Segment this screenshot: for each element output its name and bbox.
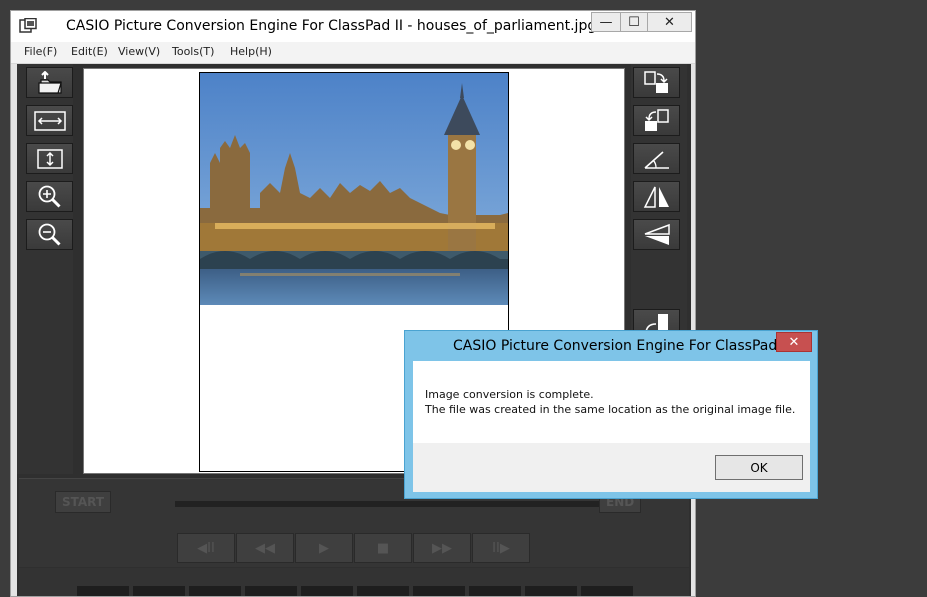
- frame-strip: [19, 568, 689, 596]
- rewind-icon: ◀◀: [255, 540, 275, 556]
- frame-cell[interactable]: [581, 586, 633, 596]
- menu-file[interactable]: File(F): [24, 45, 57, 58]
- frame-cell[interactable]: [301, 586, 353, 596]
- frame-cell[interactable]: [357, 586, 409, 596]
- menu-edit[interactable]: Edit(E): [71, 45, 108, 58]
- frame-cell[interactable]: [133, 586, 185, 596]
- prev-frame-button[interactable]: ◀II: [177, 533, 235, 563]
- dialog-message-line: Image conversion is complete.: [425, 388, 594, 401]
- fast-forward-button[interactable]: ▶▶: [413, 533, 471, 563]
- preview-image: [200, 73, 508, 305]
- playback-track[interactable]: [175, 501, 599, 507]
- app-icon: [19, 18, 37, 33]
- zoom-in-icon: [38, 185, 61, 208]
- dialog-message-line: The file was created in the same locatio…: [425, 403, 796, 416]
- dialog-message-area: Image conversion is complete. The file w…: [413, 361, 810, 443]
- dialog-close-button[interactable]: ✕: [776, 332, 812, 352]
- rotate-clockwise-icon: [643, 70, 668, 93]
- zoom-out-button[interactable]: [26, 219, 73, 250]
- frame-cell[interactable]: [525, 586, 577, 596]
- flip-vertical-icon: [644, 223, 670, 245]
- next-frame-button[interactable]: II▶: [472, 533, 530, 563]
- maximize-button[interactable]: ☐: [620, 12, 648, 32]
- zoom-in-button[interactable]: [26, 181, 73, 212]
- rewind-button[interactable]: ◀◀: [236, 533, 294, 563]
- flip-horizontal-icon: [643, 186, 669, 208]
- window-title: CASIO Picture Conversion Engine For Clas…: [66, 18, 597, 34]
- frame-cell[interactable]: [189, 586, 241, 596]
- zoom-out-icon: [38, 223, 61, 246]
- stop-button[interactable]: ■: [354, 533, 412, 563]
- next-frame-icon: II▶: [492, 540, 510, 556]
- play-button[interactable]: ▶: [295, 533, 353, 563]
- close-icon: ✕: [788, 334, 800, 350]
- free-rotate-button[interactable]: [633, 143, 680, 174]
- dialog-title: CASIO Picture Conversion Engine For Clas…: [453, 338, 790, 354]
- prev-frame-icon: ◀II: [197, 540, 215, 556]
- left-toolbar: [17, 64, 73, 474]
- frame-cell[interactable]: [413, 586, 465, 596]
- frame-cell[interactable]: [469, 586, 521, 596]
- open-button[interactable]: [26, 67, 73, 98]
- flip-horizontal-button[interactable]: [633, 181, 680, 212]
- start-marker[interactable]: START: [55, 491, 112, 513]
- stop-icon: ■: [376, 540, 390, 556]
- frame-cell[interactable]: [245, 586, 297, 596]
- close-button[interactable]: ✕: [647, 12, 692, 32]
- fit-width-icon: [33, 110, 66, 131]
- free-rotate-icon: [643, 150, 669, 169]
- open-folder-icon: [37, 70, 62, 94]
- menu-view[interactable]: View(V): [118, 45, 160, 58]
- rotate-counterclockwise-icon: [644, 108, 669, 131]
- menu-help[interactable]: Help(H): [230, 45, 272, 58]
- fit-height-icon: [36, 148, 63, 169]
- rotate-ccw-button[interactable]: [633, 105, 680, 136]
- play-icon: ▶: [319, 540, 329, 556]
- dialog-body: Image conversion is complete. The file w…: [413, 361, 810, 492]
- fit-width-button[interactable]: [26, 105, 73, 136]
- ok-button[interactable]: OK: [715, 455, 803, 480]
- frame-cell[interactable]: [77, 586, 129, 596]
- flip-vertical-button[interactable]: [633, 219, 680, 250]
- minimize-button[interactable]: —: [591, 12, 621, 32]
- fit-height-button[interactable]: [26, 143, 73, 174]
- fast-forward-icon: ▶▶: [432, 540, 452, 556]
- rotate-cw-button[interactable]: [633, 67, 680, 98]
- title-bar[interactable]: CASIO Picture Conversion Engine For Clas…: [11, 11, 695, 42]
- main-window: CASIO Picture Conversion Engine For Clas…: [10, 10, 696, 597]
- menu-bar: File(F) Edit(E) View(V) Tools(T) Help(H): [11, 42, 695, 64]
- menu-tools[interactable]: Tools(T): [172, 45, 214, 58]
- conversion-complete-dialog: CASIO Picture Conversion Engine For Clas…: [404, 330, 818, 499]
